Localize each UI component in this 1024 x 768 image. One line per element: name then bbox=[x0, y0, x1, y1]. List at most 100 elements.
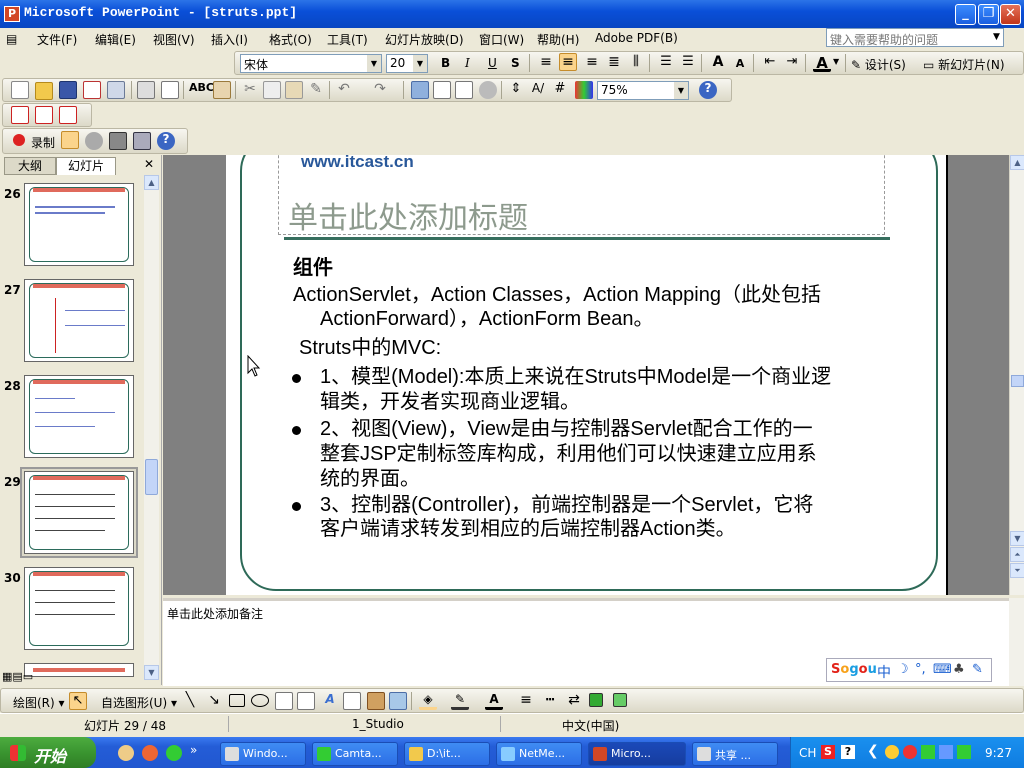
chevron-down-icon[interactable]: ▼ bbox=[833, 57, 839, 66]
hyperlink-icon[interactable] bbox=[479, 81, 497, 99]
diagram-icon[interactable] bbox=[343, 692, 361, 710]
autoshapes-button[interactable]: 自选图形(U) ▾ bbox=[101, 694, 177, 711]
taskbar-item[interactable]: D:\it... bbox=[404, 742, 490, 766]
clock[interactable]: 9:27 bbox=[985, 746, 1012, 760]
decrease-font-icon[interactable]: A bbox=[731, 54, 749, 72]
align-left-icon[interactable]: ≡ bbox=[537, 54, 555, 72]
help-tray-icon[interactable]: ? bbox=[841, 745, 855, 759]
show-formatting-icon[interactable]: A/ bbox=[529, 81, 547, 99]
previous-slide-icon[interactable]: ⏶ bbox=[1010, 547, 1024, 562]
bulleted-list-icon[interactable]: ☰ bbox=[679, 54, 697, 72]
slide-scrollbar[interactable]: ▲ ▼ ⏶ ⏷ bbox=[1009, 155, 1024, 595]
redo-icon[interactable]: ↷ bbox=[371, 81, 389, 99]
vertical-textbox-icon[interactable] bbox=[297, 692, 315, 710]
numbered-list-icon[interactable]: ☰ bbox=[657, 54, 675, 72]
3d-style-icon[interactable] bbox=[613, 693, 627, 707]
menu-adobe-pdf[interactable]: Adobe PDF(B) bbox=[595, 31, 678, 45]
ime-moon-icon[interactable]: ☽ bbox=[897, 662, 909, 677]
help-search-input[interactable]: 键入需要帮助的问题 bbox=[826, 28, 1004, 47]
bullet-text[interactable]: 1、模型(Model):本质上来说在Struts中Model是一个商业逻 bbox=[320, 365, 831, 389]
copy-icon[interactable] bbox=[263, 81, 281, 99]
view-buttons[interactable]: ▦▤▭ bbox=[2, 670, 50, 686]
ime-skin-icon[interactable]: ♣ bbox=[953, 662, 965, 677]
menu-edit[interactable]: 编辑(E) bbox=[95, 31, 136, 48]
open-folder-icon[interactable] bbox=[35, 82, 53, 100]
print-preview-icon[interactable] bbox=[161, 81, 179, 99]
grid-icon[interactable]: # bbox=[551, 81, 569, 99]
close-button[interactable]: ✕ bbox=[1000, 4, 1021, 25]
start-button[interactable]: 开始 bbox=[0, 737, 96, 768]
sogou-ime-bar[interactable]: Sogou 中 ☽ °, ⌨ ♣ ✎ bbox=[826, 658, 992, 682]
permission-icon[interactable] bbox=[83, 81, 101, 99]
new-document-icon[interactable] bbox=[11, 81, 29, 99]
arrow-icon[interactable]: ↘ bbox=[205, 692, 223, 710]
tray-app-icon[interactable] bbox=[921, 745, 935, 759]
font-color-icon[interactable]: A bbox=[485, 692, 503, 710]
scroll-up-icon[interactable]: ▲ bbox=[1010, 155, 1024, 170]
menu-view[interactable]: 视图(V) bbox=[153, 31, 195, 48]
minimize-button[interactable]: _ bbox=[955, 4, 976, 25]
taskbar-item[interactable]: Windo... bbox=[220, 742, 306, 766]
help-icon[interactable]: ? bbox=[157, 132, 175, 150]
line-color-icon[interactable]: ✎ bbox=[451, 692, 469, 710]
color-grayscale-icon[interactable] bbox=[575, 81, 593, 99]
record-icon[interactable] bbox=[13, 134, 25, 146]
help-dropdown-icon[interactable]: ▼ bbox=[990, 29, 1003, 46]
ime-punct-icon[interactable]: °, bbox=[915, 662, 926, 677]
tray-app-icon[interactable] bbox=[903, 745, 917, 759]
slide-scroll-thumb[interactable] bbox=[1011, 375, 1024, 387]
notes-placeholder[interactable]: 单击此处添加备注 bbox=[167, 605, 263, 622]
pdf-email-icon[interactable] bbox=[35, 106, 53, 124]
line-style-icon[interactable]: ≡ bbox=[517, 692, 535, 710]
help-icon[interactable]: ? bbox=[699, 81, 717, 99]
scroll-down-icon[interactable]: ▼ bbox=[1010, 531, 1024, 546]
camera-icon[interactable] bbox=[85, 132, 103, 150]
ime-tools-icon[interactable]: ✎ bbox=[972, 662, 983, 677]
body-heading[interactable]: 组件 bbox=[293, 256, 333, 280]
menu-insert[interactable]: 插入(I) bbox=[211, 31, 248, 48]
menu-file[interactable]: 文件(F) bbox=[37, 31, 77, 48]
menu-slideshow[interactable]: 幻灯片放映(D) bbox=[385, 31, 464, 48]
slide-title[interactable]: 单击此处添加标题 bbox=[288, 193, 528, 237]
italic-button[interactable]: I bbox=[465, 56, 470, 70]
body-line[interactable]: ActionForward），ActionForm Bean。 bbox=[320, 307, 653, 331]
body-line[interactable]: ActionServlet，Action Classes，Action Mapp… bbox=[293, 283, 821, 307]
taskbar-item[interactable]: 共享 ... bbox=[692, 742, 778, 766]
pdf-convert-icon[interactable] bbox=[11, 106, 29, 124]
firefox-icon[interactable] bbox=[142, 745, 158, 761]
print-icon[interactable] bbox=[137, 81, 155, 99]
decrease-indent-icon[interactable]: ⇤ bbox=[761, 54, 779, 72]
new-slide-button[interactable]: ▭ 新幻灯片(N) bbox=[923, 56, 1005, 73]
fill-color-icon[interactable]: ◈ bbox=[419, 692, 437, 710]
screen-icon[interactable] bbox=[109, 132, 127, 150]
slide-thumbnail[interactable] bbox=[24, 183, 134, 266]
justify-icon[interactable]: ≣ bbox=[605, 54, 623, 72]
font-select[interactable]: 宋体 ▼ bbox=[240, 54, 382, 73]
doc-icon[interactable]: ▤ bbox=[6, 32, 26, 46]
next-slide-icon[interactable]: ⏷ bbox=[1010, 563, 1024, 578]
zoom-select[interactable]: 75% ▼ bbox=[597, 81, 689, 100]
quicklaunch-icon[interactable] bbox=[118, 745, 134, 761]
format-painter-icon[interactable]: ✎ bbox=[307, 81, 325, 99]
pdf-review-icon[interactable] bbox=[59, 106, 77, 124]
body-line[interactable]: Struts中的MVC: bbox=[299, 336, 441, 360]
slide-thumbnail[interactable] bbox=[24, 375, 134, 458]
slide-thumbnail-selected[interactable] bbox=[24, 471, 134, 554]
wordart-icon[interactable]: A bbox=[321, 692, 339, 710]
taskbar-item-active[interactable]: Micro... bbox=[588, 742, 686, 766]
menu-window[interactable]: 窗口(W) bbox=[479, 31, 524, 48]
scroll-up-icon[interactable]: ▲ bbox=[144, 175, 159, 190]
shadow-button[interactable]: S bbox=[511, 56, 520, 70]
picture-icon[interactable] bbox=[389, 692, 407, 710]
bullet-text[interactable]: 2、视图(View)，View是由与控制器Servlet配合工作的一 bbox=[320, 417, 813, 441]
textbox-icon[interactable] bbox=[275, 692, 293, 710]
tables-borders-icon[interactable] bbox=[455, 81, 473, 99]
dash-style-icon[interactable]: ┅ bbox=[541, 692, 559, 710]
email-icon[interactable] bbox=[107, 81, 125, 99]
clipart-icon[interactable] bbox=[367, 692, 385, 710]
bold-button[interactable]: B bbox=[441, 56, 450, 70]
paste-icon[interactable] bbox=[285, 81, 303, 99]
slide-thumbnail[interactable] bbox=[24, 279, 134, 362]
distribute-icon[interactable]: ⫼ bbox=[627, 54, 645, 72]
powerpoint-icon[interactable]: P bbox=[4, 6, 20, 22]
